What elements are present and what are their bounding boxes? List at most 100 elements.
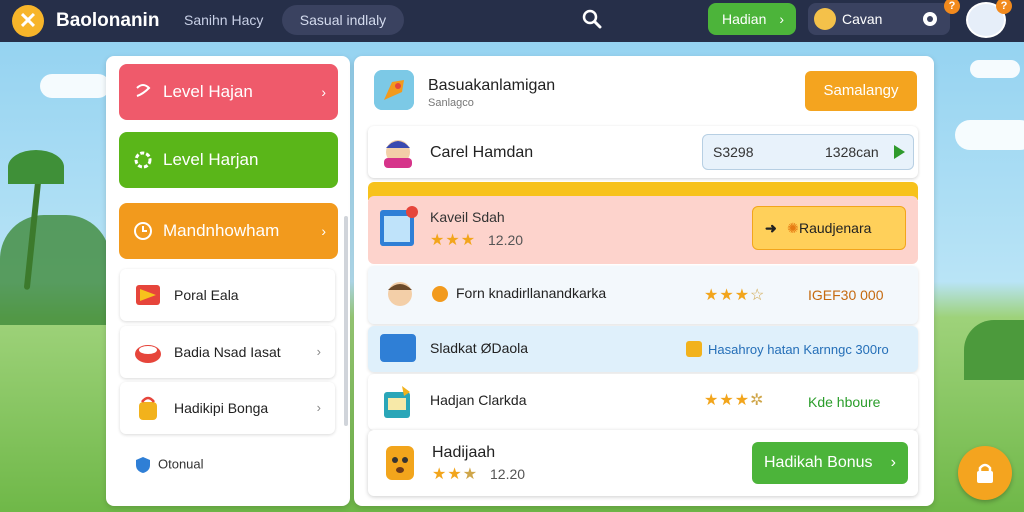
scrollbar[interactable] xyxy=(344,216,348,426)
flag-icon xyxy=(136,285,160,305)
gear-icon xyxy=(134,151,152,169)
row-number: 12.20 xyxy=(490,466,526,482)
stars-filled: ★★ xyxy=(432,466,463,483)
stars-empty: ☆ xyxy=(750,287,766,304)
level-button-label: Level Harjan xyxy=(163,150,259,169)
nav-pill-button[interactable]: Sasual indlaly xyxy=(282,5,404,35)
user-name: Cavan xyxy=(842,11,883,27)
gift-icon xyxy=(686,341,702,357)
chevron-right-icon: › xyxy=(316,400,321,415)
page-subtitle: Sanlagco xyxy=(428,97,474,109)
main-panel: Basuakanlamigan Sanlagco Samalangy Carel… xyxy=(354,56,934,506)
header-action-button[interactable]: Samalangy xyxy=(805,71,917,111)
gear-icon[interactable] xyxy=(920,9,940,29)
screen-icon xyxy=(380,334,416,362)
star-rating: ★★★ xyxy=(430,232,477,249)
top-bar: ✕ Baolonanin Sanihn Hacy Sasual indlaly … xyxy=(0,0,1024,42)
row-title: Kaveil Sdah xyxy=(430,209,505,225)
bonus-button[interactable]: Hadikah Bonus › xyxy=(752,442,908,484)
level-button-label: Level Hajan xyxy=(163,82,253,101)
background-bush xyxy=(0,215,110,325)
level-button-3[interactable]: Mandnhowham › xyxy=(119,203,338,259)
cloud xyxy=(40,74,110,98)
notification-badge[interactable]: ? xyxy=(996,0,1012,14)
chevron-right-icon: › xyxy=(779,11,784,27)
player-name: Carel Hamdan xyxy=(430,144,534,161)
background-bush xyxy=(964,320,1024,380)
stars-filled: ★★★ xyxy=(704,287,751,304)
star-rating: ★★★☆ xyxy=(704,285,765,305)
row-title: Forn knadirllanandkarka xyxy=(456,285,607,301)
user-pill[interactable]: Cavan xyxy=(808,3,950,35)
sun-icon: ✺ xyxy=(787,220,799,236)
palm-leaves xyxy=(8,150,64,184)
row-number: 12.20 xyxy=(488,232,524,248)
star-rating: ★★★✲ xyxy=(704,390,764,410)
list-item-label: Poral Eala xyxy=(174,287,239,303)
stars-empty: ★ xyxy=(462,466,479,483)
left-panel: Level Hajan › Level Harjan Mandnhowham ›… xyxy=(106,56,350,506)
score-field[interactable]: S3298 1328can xyxy=(702,134,914,170)
left-footer[interactable]: Otonual xyxy=(134,456,204,474)
lock-icon xyxy=(977,463,993,483)
calendar-icon xyxy=(380,206,418,246)
notification-badge[interactable]: ? xyxy=(944,0,960,14)
page-title: Basuakanlamigan xyxy=(428,77,556,94)
score-field-left: S3298 xyxy=(713,144,754,160)
gift-bag-icon xyxy=(139,396,157,420)
top-action-label: Hadian xyxy=(722,11,767,27)
list-item[interactable]: Badia Nsad Iasat › xyxy=(120,326,335,378)
search-icon[interactable] xyxy=(582,9,602,29)
top-action-button[interactable]: Hadian › xyxy=(708,3,796,35)
clock-icon xyxy=(134,222,152,240)
chevron-right-icon: › xyxy=(316,344,321,359)
list-row[interactable]: Forn knadirllanandkarka ★★★☆ IGEF30 000 xyxy=(368,266,918,324)
stars-filled: ★★★ xyxy=(704,392,751,409)
swirl-icon xyxy=(136,84,151,97)
row-action-label: Raudjenara xyxy=(799,220,872,236)
chevron-right-icon: › xyxy=(890,454,896,471)
row-title: Hadijaah xyxy=(432,444,496,461)
level-button-label: Mandnhowham xyxy=(163,221,280,240)
cloud xyxy=(970,60,1020,78)
list-item-label: Badia Nsad Iasat xyxy=(174,344,281,360)
shield-icon xyxy=(136,457,150,473)
calendar-row[interactable]: Kaveil Sdah ★★★ 12.20 ➜ ✺ Raudjenara xyxy=(368,196,918,264)
stars-empty: ✲ xyxy=(750,392,765,409)
character-icon xyxy=(388,282,412,306)
book-stack-icon xyxy=(384,386,410,418)
star-rating: ★★★ xyxy=(432,464,478,484)
brand-name: Baolonanin xyxy=(56,10,160,31)
nav-link[interactable]: Sanihn Hacy xyxy=(184,12,263,28)
row-title: Hadjan Clarkda xyxy=(430,392,527,408)
level-button-2[interactable]: Level Harjan xyxy=(119,132,338,188)
user-avatar-small xyxy=(814,8,836,30)
left-footer-label: Otonual xyxy=(158,456,204,472)
row-value: Hasahroy hatan Karnngc 300ro xyxy=(708,342,889,357)
app-logo[interactable]: ✕ xyxy=(12,5,44,37)
list-item[interactable]: Poral Eala xyxy=(120,269,335,321)
row-action-button[interactable]: ➜ ✺ Raudjenara xyxy=(752,206,906,250)
bonus-button-label: Hadikah Bonus xyxy=(764,454,873,471)
floating-action-button[interactable] xyxy=(958,446,1012,500)
list-row[interactable]: Sladkat ØDaola Hasahroy hatan Karnngc 30… xyxy=(368,326,918,372)
row-value: IGEF30 000 xyxy=(808,287,884,303)
chevron-right-icon: › xyxy=(321,84,326,100)
bonus-row[interactable]: Hadijaah ★★★ 12.20 Hadikah Bonus › xyxy=(368,430,918,496)
level-button-1[interactable]: Level Hajan › xyxy=(119,64,338,120)
play-icon[interactable] xyxy=(894,145,905,159)
cloud xyxy=(955,120,1024,150)
character-icon xyxy=(384,140,412,168)
arrow-right-icon: ➜ xyxy=(765,220,777,236)
rocket-icon xyxy=(374,70,414,110)
bowl-icon xyxy=(135,345,161,363)
list-row[interactable]: Hadjan Clarkda ★★★✲ Kde hboure xyxy=(368,374,918,430)
row-value: Kde hboure xyxy=(808,394,881,410)
list-item-label: Hadikipi Bonga xyxy=(174,400,269,416)
chevron-right-icon: › xyxy=(321,223,326,239)
player-row[interactable]: Carel Hamdan S3298 1328can xyxy=(368,126,918,178)
score-field-right: 1328can xyxy=(825,144,879,160)
list-item[interactable]: Hadikipi Bonga › xyxy=(120,382,335,434)
coin-icon xyxy=(432,286,448,302)
dog-icon xyxy=(386,446,414,480)
